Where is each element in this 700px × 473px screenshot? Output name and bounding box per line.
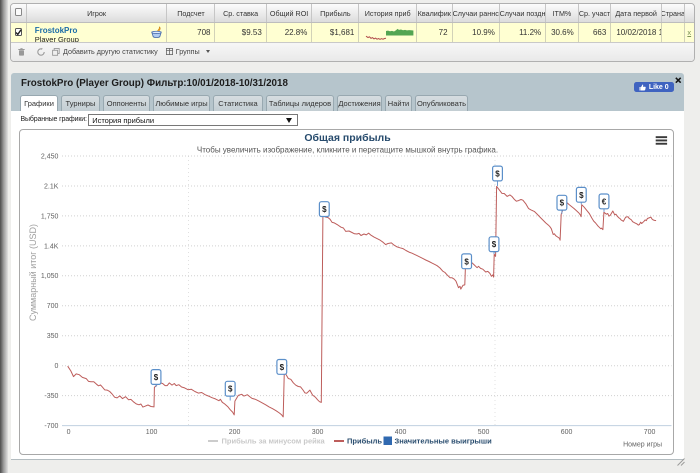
svg-text:$: $ <box>579 191 584 200</box>
svg-text:100: 100 <box>146 429 158 436</box>
svg-text:-350: -350 <box>44 393 58 400</box>
svg-text:1,050: 1,050 <box>41 273 59 280</box>
svg-text:Суммарный итог (USD): Суммарный итог (USD) <box>28 224 38 321</box>
svg-text:Прибыль за минусом рейка: Прибыль за минусом рейка <box>222 437 326 446</box>
svg-text:$: $ <box>280 363 285 372</box>
svg-text:700: 700 <box>644 429 656 436</box>
svg-text:Номер игры: Номер игры <box>623 442 662 449</box>
svg-text:$: $ <box>495 170 500 179</box>
svg-text:700: 700 <box>47 303 59 310</box>
svg-text:500: 500 <box>478 429 490 436</box>
svg-text:1,750: 1,750 <box>41 213 59 220</box>
svg-text:$: $ <box>464 257 469 266</box>
svg-text:$: $ <box>154 373 159 382</box>
svg-text:Общая прибыль: Общая прибыль <box>304 132 391 144</box>
svg-text:Чтобы увеличить изображение, к: Чтобы увеличить изображение, кликните и … <box>197 146 498 155</box>
svg-text:400: 400 <box>395 429 407 436</box>
svg-text:350: 350 <box>47 333 59 340</box>
svg-text:$: $ <box>492 240 497 249</box>
svg-text:0: 0 <box>67 429 71 436</box>
svg-text:Прибыль: Прибыль <box>347 437 382 446</box>
svg-text:0: 0 <box>54 363 58 370</box>
svg-text:$: $ <box>228 385 233 394</box>
svg-text:$: $ <box>322 205 327 214</box>
svg-text:2,450: 2,450 <box>41 153 59 160</box>
svg-text:200: 200 <box>229 429 241 436</box>
svg-text:-700: -700 <box>44 423 58 430</box>
svg-text:€: € <box>602 197 607 206</box>
svg-text:1.4K: 1.4K <box>44 243 59 250</box>
svg-text:300: 300 <box>312 429 324 436</box>
svg-text:2.1K: 2.1K <box>44 183 59 190</box>
svg-text:600: 600 <box>561 429 573 436</box>
svg-text:Значительные выигрыши: Значительные выигрыши <box>395 437 493 446</box>
svg-text:$: $ <box>560 199 565 208</box>
